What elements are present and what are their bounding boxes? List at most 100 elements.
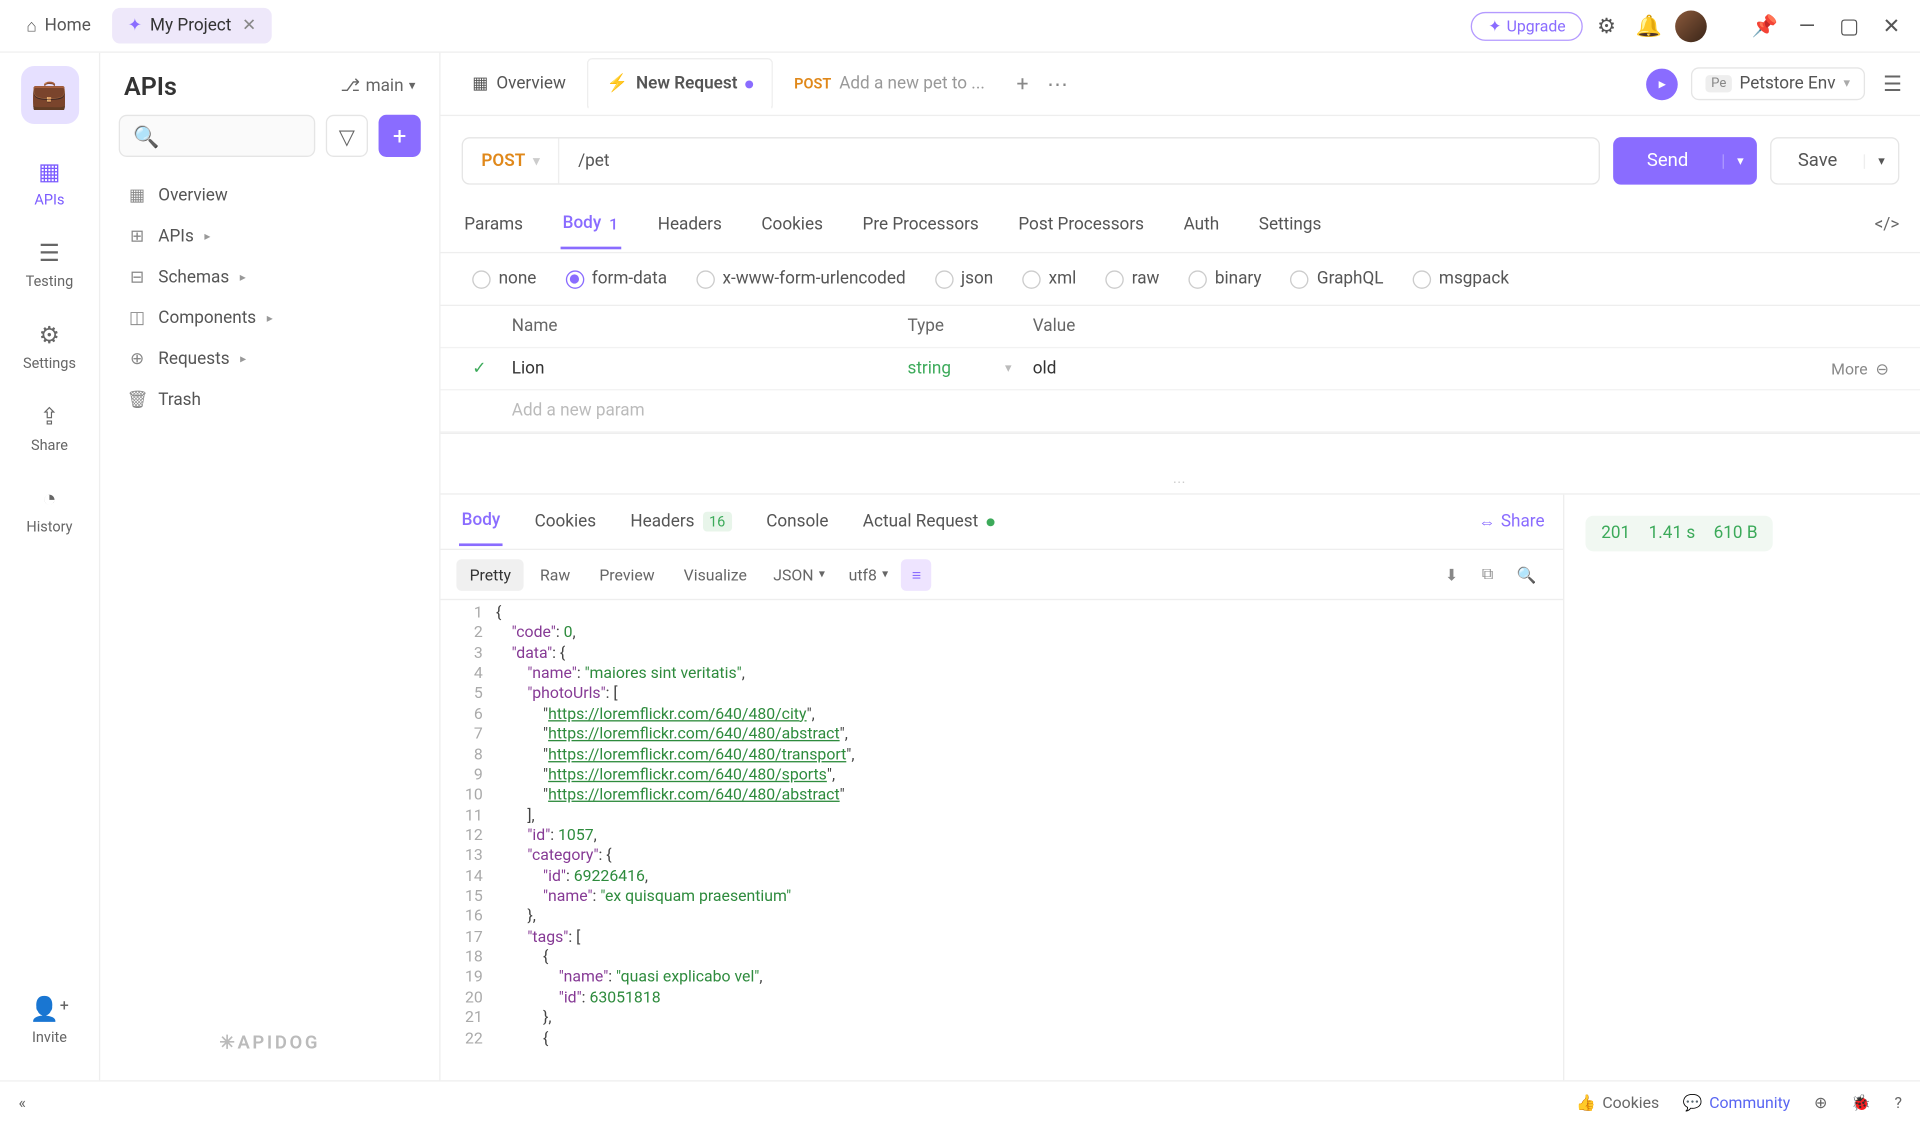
discord-icon: 💬 [1683, 1093, 1703, 1111]
tab-overview[interactable]: ▦ Overview [454, 57, 585, 110]
home-label: Home [45, 16, 91, 36]
rail-share[interactable]: ⇪ Share [10, 393, 89, 464]
form-data-add-row[interactable]: Add a new param [441, 390, 1920, 432]
body-type-binary[interactable]: binary [1188, 269, 1261, 289]
tab-petstore[interactable]: POST Add a new pet to ... [776, 57, 1004, 110]
param-name[interactable]: Lion [512, 359, 908, 379]
param-type-selector[interactable]: string ▾ [907, 359, 1032, 379]
resptab-actual[interactable]: Actual Request [860, 499, 996, 545]
add-tab-button[interactable]: + [1017, 71, 1029, 96]
rail-settings[interactable]: ⚙ Settings [10, 311, 89, 382]
wrap-toggle[interactable]: ≡ [901, 559, 931, 591]
reqtab-settings[interactable]: Settings [1256, 202, 1324, 248]
minus-circle-icon[interactable]: ⊖ [1876, 359, 1889, 377]
url-input[interactable]: /pet [560, 151, 1599, 171]
minimize-icon[interactable]: — [1789, 7, 1826, 44]
tree-schemas[interactable]: ⊟ Schemas ▸ [111, 257, 429, 298]
download-button[interactable]: ⬇ [1434, 559, 1468, 591]
body-type-GraphQL[interactable]: GraphQL [1291, 269, 1384, 289]
tree-label: Schemas [158, 268, 229, 288]
copy-button[interactable]: ⧉ [1471, 558, 1503, 591]
tab-label: Overview [496, 74, 566, 94]
rail-invite[interactable]: 👤⁺ Invite [10, 985, 89, 1056]
avatar[interactable] [1672, 7, 1709, 44]
body-type-xml[interactable]: xml [1022, 269, 1076, 289]
check-icon[interactable]: ✓ [472, 359, 512, 379]
body-type-msgpack[interactable]: msgpack [1413, 269, 1510, 289]
project-tab[interactable]: ✦ My Project ✕ [112, 8, 272, 44]
add-button[interactable]: + [379, 115, 421, 157]
cookie-icon: 👍 [1576, 1093, 1596, 1111]
maximize-icon[interactable]: ▢ [1831, 7, 1868, 44]
reqtab-body[interactable]: Body 1 [560, 200, 621, 249]
branch-selector[interactable]: ⎇ main ▾ [341, 77, 416, 97]
format-raw[interactable]: Raw [527, 559, 584, 591]
rail-apis[interactable]: ▦ APIs [10, 148, 89, 219]
tree-overview[interactable]: ▦ Overview [111, 175, 429, 216]
tree-components[interactable]: ◫ Components ▸ [111, 298, 429, 339]
body-type-none[interactable]: none [472, 269, 536, 289]
app-logo[interactable]: 💼 [20, 66, 78, 124]
sb-add-icon[interactable]: ⊕ [1814, 1093, 1827, 1111]
encoding-selector[interactable]: utf8 ▾ [838, 559, 899, 591]
settings-icon[interactable]: ⚙ [1588, 7, 1625, 44]
resize-handle[interactable]: ⋯ [441, 474, 1920, 494]
more-label: More [1831, 359, 1867, 377]
sb-community[interactable]: 💬 Community [1683, 1093, 1790, 1111]
form-data-row[interactable]: ✓ Lion string ▾ old More ⊖ [441, 348, 1920, 390]
sb-bug-icon[interactable]: 🐞 [1851, 1093, 1871, 1111]
body-type-raw[interactable]: raw [1105, 269, 1159, 289]
tab-menu-button[interactable]: ⋯ [1047, 71, 1068, 96]
reqtab-headers[interactable]: Headers [655, 202, 724, 248]
sb-cookies[interactable]: 👍 Cookies [1576, 1093, 1659, 1111]
body-type-form-data[interactable]: form-data [565, 269, 667, 289]
body-type-json[interactable]: json [935, 269, 994, 289]
format-visualize[interactable]: Visualize [670, 559, 760, 591]
row-more-button[interactable]: More ⊖ [1831, 359, 1889, 377]
upgrade-button[interactable]: ✦ Upgrade [1471, 11, 1583, 40]
format-pretty[interactable]: Pretty [456, 559, 524, 591]
param-value[interactable]: old [1033, 359, 1831, 379]
reqtab-params[interactable]: Params [462, 202, 526, 248]
filter-button[interactable]: ▽ [326, 115, 368, 157]
close-window-icon[interactable]: ✕ [1873, 7, 1910, 44]
tab-label: Post Processors [1018, 215, 1144, 235]
pin-icon[interactable]: 📌 [1746, 7, 1783, 44]
share-response-button[interactable]: ⇔ Share [1478, 511, 1544, 532]
sb-help-icon[interactable]: ? [1895, 1093, 1902, 1111]
send-dropdown[interactable]: ▾ [1723, 154, 1757, 169]
tree-trash[interactable]: 🗑 Trash [111, 380, 429, 421]
resptab-console[interactable]: Console [764, 499, 832, 545]
reqtab-post[interactable]: Post Processors [1016, 202, 1147, 248]
rail-history[interactable]: ◔ History [10, 475, 89, 546]
json-viewer[interactable]: 1{2 "code": 0,3 "data": {4 "name": "maio… [441, 600, 1563, 1080]
sidebar-toggle-button[interactable]: ☰ [1878, 66, 1907, 102]
rail-testing[interactable]: ☰ Testing [10, 230, 89, 301]
resptab-cookies[interactable]: Cookies [532, 499, 599, 545]
reqtab-cookies[interactable]: Cookies [759, 202, 826, 248]
method-selector[interactable]: POST ▾ [463, 138, 560, 183]
tree-apis[interactable]: ⊞ APIs ▸ [111, 216, 429, 257]
close-icon[interactable]: ✕ [242, 16, 256, 36]
reqtab-auth[interactable]: Auth [1181, 202, 1222, 248]
body-type-x-www-form-urlencoded[interactable]: x-www-form-urlencoded [696, 269, 906, 289]
radio-label: msgpack [1439, 269, 1509, 289]
home-tab[interactable]: ⌂ Home [11, 7, 107, 44]
bell-icon[interactable]: 🔔 [1630, 7, 1667, 44]
collapse-panel-button[interactable]: « [18, 1093, 25, 1111]
lang-selector[interactable]: JSON ▾ [763, 559, 836, 591]
search-response-button[interactable]: 🔍 [1506, 559, 1547, 591]
save-button[interactable]: Save ▾ [1770, 137, 1899, 184]
tree-requests[interactable]: ⊕ Requests ▸ [111, 339, 429, 380]
code-snippet-button[interactable]: </> [1875, 215, 1900, 235]
tab-new-request[interactable]: ⚡ New Request [587, 58, 773, 111]
search-input[interactable]: 🔍 [119, 115, 316, 157]
resptab-headers[interactable]: Headers 16 [628, 499, 735, 545]
send-button[interactable]: Send ▾ [1613, 137, 1757, 184]
save-dropdown[interactable]: ▾ [1864, 154, 1898, 169]
environment-selector[interactable]: Pe Petstore Env ▾ [1691, 67, 1864, 100]
format-preview[interactable]: Preview [586, 559, 668, 591]
run-badge[interactable]: ▸ [1646, 68, 1678, 100]
resptab-body[interactable]: Body [459, 497, 503, 546]
reqtab-pre[interactable]: Pre Processors [860, 202, 982, 248]
